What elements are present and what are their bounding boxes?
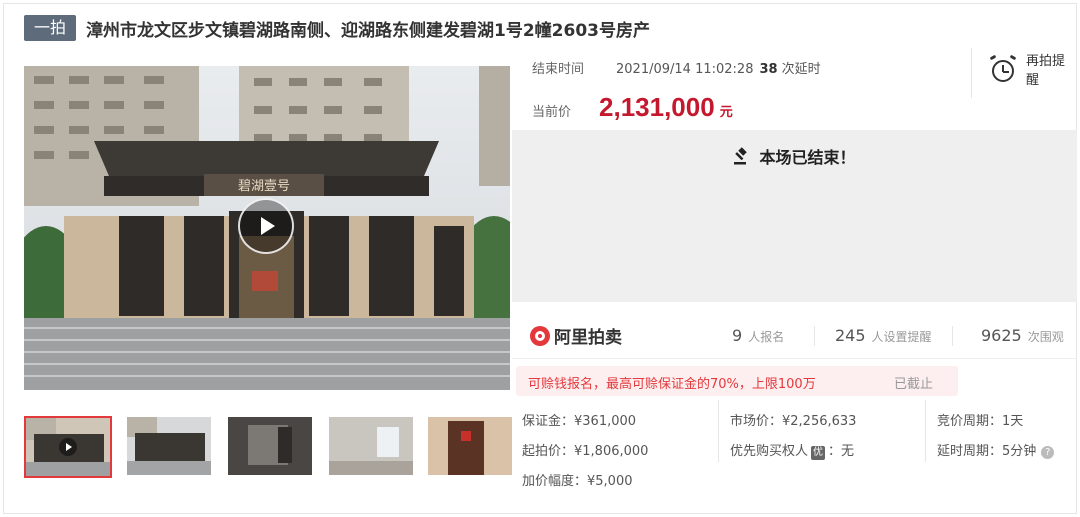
thumbnail-1[interactable] xyxy=(24,416,112,478)
deposit-loan-message: 可赊钱报名，最高可赊保证金的70%，上限100万 xyxy=(528,377,816,392)
registration-number: 9 xyxy=(732,326,743,345)
ali-auction-logo-icon xyxy=(530,325,550,346)
bidding-period: 竞价周期：1天 xyxy=(937,414,1024,429)
current-price: 2,131,000 xyxy=(599,92,715,122)
page-title: 漳州市龙文区步文镇碧湖路南侧、迎湖路东侧建发碧湖1号2幢2603号房产 xyxy=(86,20,650,41)
divider xyxy=(814,326,815,346)
play-icon xyxy=(261,217,275,235)
priority-buyer-value: ：无 xyxy=(828,444,855,459)
auction-details: 保证金：¥361,000 起拍价：¥1,806,000 加价幅度：¥5,000 … xyxy=(512,400,1072,500)
delay-count: 38 xyxy=(759,62,778,77)
current-price-row: 当前价 2,131,000 元 xyxy=(532,92,733,123)
auction-ended-text: 本场已结束！ xyxy=(759,148,856,167)
platform-name: 阿里拍卖 xyxy=(554,328,622,348)
end-time-row: 结束时间 2021/09/14 11:02:28 38 次延时 xyxy=(532,58,821,77)
reminder-label: 再拍提醒 xyxy=(1026,54,1066,88)
priority-badge-icon: 优 xyxy=(811,446,826,460)
help-icon[interactable]: ? xyxy=(1041,446,1055,459)
main-property-image[interactable]: 碧湖壹号 xyxy=(24,66,510,390)
priority-buyer-row: 优先购买权人优：无 xyxy=(730,440,854,460)
auction-round-tag: 一拍 xyxy=(24,15,77,41)
platform-brand[interactable]: 阿里拍卖 xyxy=(530,323,622,348)
divider xyxy=(925,400,926,462)
reminder-unit: 人设置提醒 xyxy=(871,330,932,344)
market-price: 市场价：¥2,256,633 xyxy=(730,414,857,429)
deposit-loan-notice[interactable]: 可赊钱报名，最高可赊保证金的70%，上限100万 已截止 xyxy=(516,366,958,396)
watcher-unit: 次围观 xyxy=(1027,330,1064,344)
current-price-label: 当前价 xyxy=(532,105,572,120)
watcher-count: 9625 次围观 xyxy=(981,326,1064,345)
delay-period: 延时周期：5分钟 xyxy=(937,444,1037,459)
divider xyxy=(952,326,953,346)
reminder-number: 245 xyxy=(835,326,866,345)
divider xyxy=(718,400,719,462)
gavel-icon xyxy=(734,147,748,165)
delay-unit: 次延时 xyxy=(781,62,821,77)
price-unit: 元 xyxy=(719,105,733,120)
video-play-button[interactable] xyxy=(238,198,294,254)
registration-count: 9 人报名 xyxy=(732,326,784,345)
starting-price: 起拍价：¥1,806,000 xyxy=(522,444,649,459)
priority-buyer-label: 优先购买权人 xyxy=(730,444,809,459)
end-time-value: 2021/09/14 11:02:28 xyxy=(616,62,754,77)
end-time-label: 结束时间 xyxy=(532,62,585,77)
auction-info: 结束时间 2021/09/14 11:02:28 38 次延时 当前价 2,131,0… xyxy=(512,48,970,128)
bid-increment: 加价幅度：¥5,000 xyxy=(522,474,633,489)
thumbnail-3[interactable] xyxy=(228,417,312,475)
svg-text:碧湖壹号: 碧湖壹号 xyxy=(238,179,290,194)
registration-unit: 人报名 xyxy=(748,330,785,344)
thumbnail-5[interactable] xyxy=(428,417,512,475)
title-row: 一拍 漳州市龙文区步文镇碧湖路南侧、迎湖路东侧建发碧湖1号2幢2603号房产 xyxy=(24,14,650,42)
deposit-loan-status: 已截止 xyxy=(894,377,934,392)
auction-ended-notice: 本场已结束！ xyxy=(512,144,1077,168)
deposit-amount: 保证金：¥361,000 xyxy=(522,414,637,429)
alarm-clock-icon xyxy=(992,60,1014,82)
reauction-reminder-button[interactable]: 再拍提醒 xyxy=(971,48,1074,98)
reminder-count: 245 人设置提醒 xyxy=(835,326,932,345)
platform-stats-bar: 阿里拍卖 9 人报名 245 人设置提醒 9625 次围观 xyxy=(512,312,1077,359)
delay-period-row: 延时周期：5分钟? xyxy=(937,440,1055,459)
watcher-number: 9625 xyxy=(981,326,1022,345)
auction-status-panel: 本场已结束！ xyxy=(512,130,1077,302)
thumbnail-4[interactable] xyxy=(329,417,413,475)
thumbnail-2[interactable] xyxy=(127,417,211,475)
play-icon xyxy=(59,438,77,456)
